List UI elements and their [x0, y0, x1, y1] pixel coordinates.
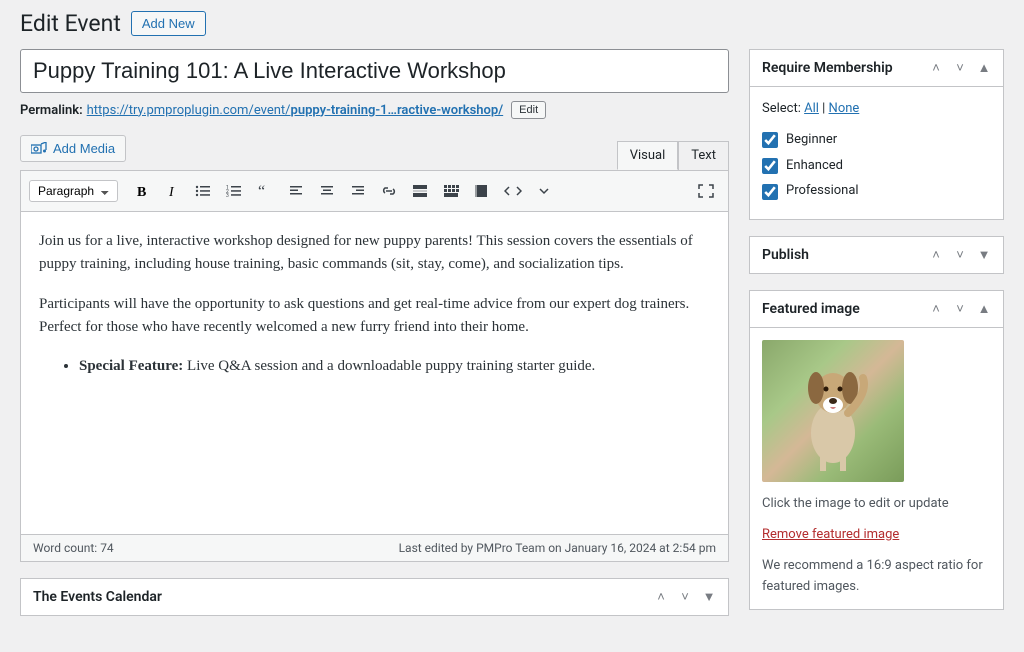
select-all-link[interactable]: All [804, 101, 819, 116]
block-icon[interactable] [468, 177, 496, 205]
editor-content[interactable]: Join us for a live, interactive workshop… [20, 212, 729, 535]
select-label: Select: [762, 101, 801, 116]
svg-text:3: 3 [226, 193, 229, 198]
event-title-input[interactable] [20, 49, 729, 93]
align-left-icon[interactable] [282, 177, 310, 205]
arrow-down-icon[interactable]: ▼ [702, 589, 716, 605]
content-paragraph: Participants will have the opportunity t… [39, 293, 710, 340]
chevron-down-icon[interactable]: ˅ [953, 301, 967, 317]
featured-caption: We recommend a 16:9 aspect ratio for fea… [762, 556, 991, 598]
permalink-slug[interactable]: puppy-training-1…ractive-workshop/ [291, 103, 504, 118]
membership-level-row[interactable]: Professional [762, 181, 991, 202]
remove-featured-image-link[interactable]: Remove featured image [762, 525, 899, 546]
chevron-up-icon[interactable]: ˄ [929, 247, 943, 263]
toolbar-toggle-icon[interactable] [437, 177, 465, 205]
featured-image-thumbnail[interactable] [762, 340, 904, 482]
arrow-down-icon[interactable]: ▼ [977, 247, 991, 263]
read-more-icon[interactable] [406, 177, 434, 205]
permalink-base[interactable]: https://try.pmproplugin.com/event/ [87, 103, 291, 118]
numbered-list-icon[interactable]: 123 [220, 177, 248, 205]
link-icon[interactable] [375, 177, 403, 205]
chevron-up-icon[interactable]: ˄ [654, 589, 668, 605]
select-none-link[interactable]: None [829, 101, 860, 116]
chevron-down-icon[interactable]: ˅ [953, 247, 967, 263]
quote-icon[interactable]: “ [251, 177, 279, 205]
arrow-up-icon[interactable]: ▲ [977, 60, 991, 76]
svg-text:“: “ [258, 184, 265, 198]
add-media-label: Add Media [53, 141, 115, 156]
bullet-list-icon[interactable] [189, 177, 217, 205]
page-title: Edit Event [20, 10, 121, 37]
membership-checkbox[interactable] [762, 158, 778, 174]
bold-icon[interactable]: B [127, 177, 155, 205]
tab-text[interactable]: Text [678, 141, 729, 170]
events-calendar-title: The Events Calendar [33, 589, 162, 605]
code-icon[interactable] [499, 177, 527, 205]
add-media-button[interactable]: Add Media [20, 135, 126, 162]
tab-visual[interactable]: Visual [617, 141, 679, 170]
italic-icon[interactable]: I [158, 177, 186, 205]
add-new-button[interactable]: Add New [131, 11, 206, 36]
dog-image-icon [788, 363, 878, 473]
content-paragraph: Join us for a live, interactive workshop… [39, 230, 710, 277]
chevron-up-icon[interactable]: ˄ [929, 301, 943, 317]
edit-permalink-button[interactable]: Edit [511, 101, 546, 119]
align-right-icon[interactable] [344, 177, 372, 205]
membership-checkbox[interactable] [762, 132, 778, 148]
svg-text:I: I [168, 185, 175, 198]
chevron-up-icon[interactable]: ˄ [929, 60, 943, 76]
content-list-item: Special Feature: Live Q&A session and a … [79, 355, 710, 378]
align-center-icon[interactable] [313, 177, 341, 205]
membership-level-row[interactable]: Enhanced [762, 156, 991, 177]
svg-text:B: B [137, 185, 146, 198]
permalink-label: Permalink: [20, 103, 83, 118]
featured-caption: Click the image to edit or update [762, 494, 991, 515]
word-count: Word count: 74 [33, 541, 114, 555]
chevron-down-icon[interactable] [530, 177, 558, 205]
publish-title: Publish [762, 247, 809, 263]
membership-level-row[interactable]: Beginner [762, 130, 991, 151]
camera-music-icon [31, 142, 47, 156]
arrow-up-icon[interactable]: ▲ [977, 301, 991, 317]
fullscreen-icon[interactable] [692, 177, 720, 205]
chevron-down-icon[interactable]: ˅ [678, 589, 692, 605]
chevron-down-icon[interactable]: ˅ [953, 60, 967, 76]
membership-checkbox[interactable] [762, 184, 778, 200]
membership-title: Require Membership [762, 60, 893, 76]
editor-toolbar: Paragraph B I 123 “ [20, 170, 729, 212]
format-select[interactable]: Paragraph [29, 180, 118, 202]
last-edited: Last edited by PMPro Team on January 16,… [399, 541, 716, 555]
featured-image-title: Featured image [762, 301, 860, 317]
